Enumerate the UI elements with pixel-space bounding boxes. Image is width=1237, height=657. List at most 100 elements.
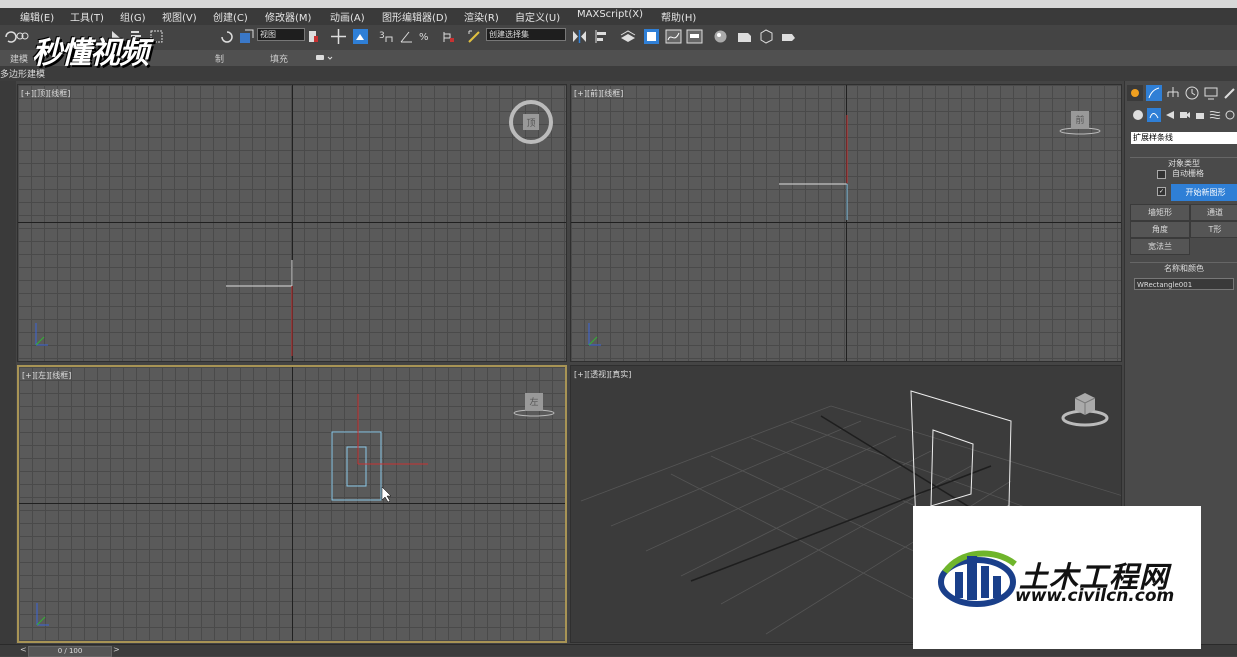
viewport-front-content [588,115,848,346]
ribbon-options-icon[interactable] [315,53,335,63]
site-watermark: 土木工程网 www.civilcn.com [913,506,1201,649]
lights-icon[interactable] [1164,109,1176,121]
menu-tools[interactable]: 工具(T) [70,9,104,24]
menu-edit[interactable]: 编辑(E) [20,9,54,24]
menu-maxscript[interactable]: MAXScript(X) [577,9,643,20]
systems-icon[interactable] [1224,109,1236,121]
svg-text:%: % [419,32,429,43]
view-dropdown-label: 视图 [260,30,276,39]
reference-coordinate-dropdown[interactable]: 视图 [257,28,305,41]
hierarchy-tab-icon[interactable] [1165,85,1181,101]
rotate-icon[interactable] [218,28,235,45]
snaps-toggle-icon[interactable]: 3 [378,28,395,45]
rect-selection-icon[interactable] [148,28,165,45]
viewport-front[interactable]: [+][前][线框] 前 [570,84,1122,362]
channel-button[interactable]: 通道 [1190,204,1237,221]
space-warps-icon[interactable] [1209,109,1221,121]
timeline-prev-arrow[interactable]: < [20,645,27,654]
menu-create[interactable]: 创建(C) [213,9,248,24]
cameras-icon[interactable] [1179,109,1191,121]
window-title-bar [0,0,1237,8]
start-new-shape-button[interactable]: 开始新图形 [1171,184,1237,201]
site-url: www.civilcn.com [1015,586,1175,606]
mouse-cursor [381,486,392,503]
move-icon[interactable] [330,28,347,45]
frame-counter: 0 / 100 [57,647,83,655]
render-setup-icon[interactable] [736,28,753,45]
create-subcategory-row [1127,107,1237,123]
align-icon[interactable] [593,28,610,45]
graphite-ribbon: 建模 制 填充 [0,50,1237,66]
viewcube-perspective[interactable] [1061,388,1109,428]
graphite-tools-icon[interactable] [643,28,660,45]
spinner-snap-icon[interactable] [440,28,457,45]
display-tab-icon[interactable] [1203,85,1219,101]
helpers-icon[interactable] [1194,109,1206,121]
main-toolbar: 视图 3 % 创建选择集 [0,25,1237,51]
ribbon-tab-modeling[interactable]: 建模 [10,52,28,65]
timeline-next-arrow[interactable]: > [113,645,120,654]
angle-snap-icon[interactable] [398,28,415,45]
shapes-icon[interactable] [1147,108,1161,122]
wide-flange-button[interactable]: 宽法兰 [1130,238,1190,255]
menu-help[interactable]: 帮助(H) [661,9,696,24]
menu-rendering[interactable]: 渲染(R) [464,9,499,24]
object-name-value: WRectangle001 [1137,281,1193,289]
rendered-frame-icon[interactable] [758,28,775,45]
pivot-center-icon[interactable] [305,28,322,45]
schematic-view-icon[interactable] [686,28,703,45]
object-type-rollout-header[interactable]: 对象类型 [1130,157,1237,168]
selection-set-label: 创建选择集 [489,30,529,39]
start-new-shape-checkbox[interactable]: ✓ [1157,187,1166,196]
material-editor-icon[interactable] [712,28,729,45]
layer-manager-icon[interactable] [619,28,636,45]
menu-animation[interactable]: 动画(A) [330,9,365,24]
viewport-left[interactable]: [+][左][线框] 左 [17,365,567,643]
geometry-icon[interactable] [1132,109,1144,121]
angle-button[interactable]: 角度 [1130,221,1190,238]
menu-bar: 编辑(E) 工具(T) 组(G) 视图(V) 创建(C) 修改器(M) 动画(A… [0,8,1237,25]
percent-snap-icon[interactable]: % [418,28,435,45]
viewcube-face-label: 左 [529,396,538,408]
category-dropdown[interactable]: 扩展样条线 [1131,132,1237,144]
name-color-rollout-header[interactable]: 名称和颜色 [1130,262,1237,273]
viewcube-face-label: 顶 [526,118,535,129]
viewcube-face-label: 前 [1075,114,1084,126]
ribbon-subpanel: 多边形建模 [0,66,1237,81]
viewcube-front[interactable]: 前 [1059,107,1101,137]
video-watermark-logo: 秒懂视频 [32,36,149,71]
link-icon[interactable] [14,28,31,45]
scale-icon[interactable] [238,28,255,45]
object-name-field[interactable]: WRectangle001 [1134,278,1234,290]
wall-rectangle-button[interactable]: 墙矩形 [1130,204,1190,221]
ribbon-tab-freeform[interactable]: 制 [215,52,224,65]
modify-tab-icon[interactable] [1146,85,1162,101]
viewcube-top[interactable]: 顶 [508,99,554,145]
manipulate-icon[interactable] [352,28,369,45]
selection-set-dropdown[interactable]: 创建选择集 [486,28,566,41]
viewcube-left[interactable]: 左 [513,389,555,419]
edit-named-selection-icon[interactable] [466,28,483,45]
name-color-title: 名称和颜色 [1164,264,1204,273]
svg-text:3: 3 [379,31,385,41]
tee-button[interactable]: T形 [1190,221,1237,238]
command-panel-tabs [1125,83,1237,101]
civilcn-logo-icon [938,550,1017,607]
viewport-top[interactable]: [+][顶][线框] 顶 [17,84,567,362]
utilities-tab-icon[interactable] [1222,85,1237,101]
ribbon-tab-populate[interactable]: 填充 [270,52,288,65]
mirror-icon[interactable] [571,28,588,45]
menu-modifiers[interactable]: 修改器(M) [265,9,311,24]
menu-group[interactable]: 组(G) [120,9,146,24]
menu-graph-editors[interactable]: 图形编辑器(D) [382,9,448,24]
time-slider[interactable]: 0 / 100 [28,646,112,657]
viewport-top-content [35,260,293,356]
create-tab-icon[interactable] [1127,85,1143,101]
autogrid-checkbox[interactable] [1157,170,1166,179]
object-type-title: 对象类型 [1168,159,1200,168]
curve-editor-icon[interactable] [665,28,682,45]
motion-tab-icon[interactable] [1184,85,1200,101]
menu-customize[interactable]: 自定义(U) [515,9,560,24]
render-production-icon[interactable] [780,28,797,45]
menu-views[interactable]: 视图(V) [162,9,197,24]
